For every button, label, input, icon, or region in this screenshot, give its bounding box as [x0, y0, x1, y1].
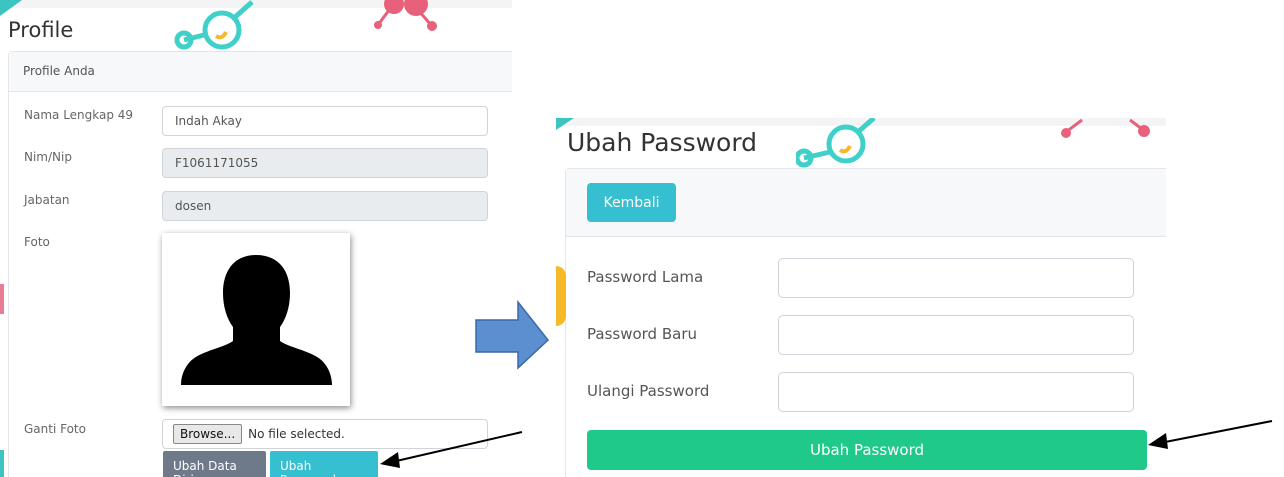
card-header: Kembali	[566, 169, 1166, 237]
molecule-decoration-icon	[796, 118, 876, 168]
molecule-pink-icon	[374, 0, 437, 31]
ulangi-password-input[interactable]	[778, 372, 1134, 412]
page-title: Ubah Password	[567, 128, 758, 157]
molecule-decoration-icon	[174, 0, 254, 50]
kembali-button[interactable]: Kembali	[587, 183, 676, 222]
profile-photo	[162, 233, 350, 406]
field-label-foto: Foto	[24, 235, 50, 249]
ubah-data-diri-button[interactable]: Ubah Data Diri	[163, 451, 266, 477]
field-label-nim: Nim/Nip	[24, 150, 72, 164]
corner-decoration	[0, 0, 22, 16]
file-input[interactable]: Browse... No file selected.	[162, 419, 488, 449]
side-decoration	[556, 266, 566, 326]
nama-lengkap-input[interactable]: Indah Akay	[162, 106, 488, 136]
side-decoration	[0, 450, 4, 477]
password-baru-label: Password Baru	[587, 325, 697, 343]
password-lama-input[interactable]	[778, 258, 1134, 298]
nim-nip-input: F1061171055	[162, 148, 488, 178]
molecule-pink-icon	[1061, 118, 1150, 138]
no-file-text: No file selected.	[248, 427, 345, 441]
field-label-jabatan: Jabatan	[24, 193, 70, 207]
person-silhouette-icon	[181, 255, 332, 385]
ulangi-password-label: Ulangi Password	[587, 382, 710, 400]
field-label-ganti-foto: Ganti Foto	[24, 422, 86, 436]
pointer-arrow-icon	[1148, 420, 1273, 449]
jabatan-input: dosen	[162, 191, 488, 221]
password-baru-input[interactable]	[778, 315, 1134, 355]
screenshot-stage: Profile Profile Anda Nama Lengkap 49 Ind…	[0, 0, 1284, 477]
profile-panel: Profile Profile Anda Nama Lengkap 49 Ind…	[0, 0, 512, 477]
password-lama-label: Password Lama	[587, 268, 704, 286]
change-password-panel: Ubah Password Kembali Password Lama Pass…	[556, 118, 1166, 477]
card-header: Profile Anda	[9, 52, 512, 92]
submit-ubah-password-button[interactable]: Ubah Password	[587, 430, 1147, 470]
ubah-password-button[interactable]: Ubah Password	[270, 451, 378, 477]
side-decoration	[0, 284, 4, 314]
page-title: Profile	[8, 18, 74, 42]
field-label-nama: Nama Lengkap 49	[24, 108, 134, 122]
browse-button[interactable]: Browse...	[173, 424, 243, 444]
